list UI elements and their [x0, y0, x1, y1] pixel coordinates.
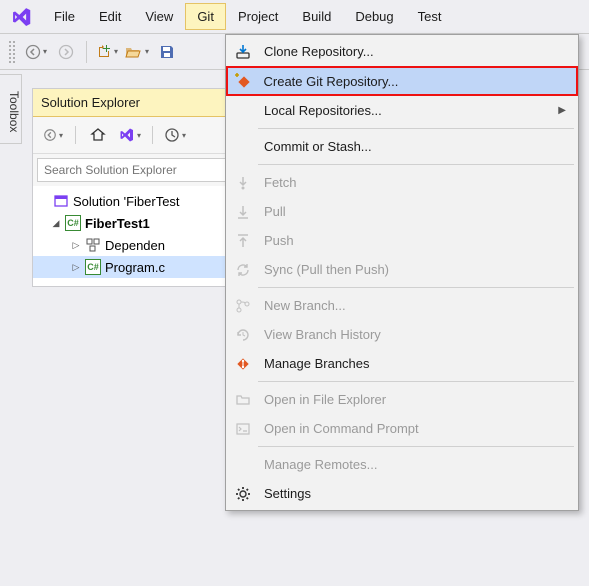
expander-icon[interactable]: ◢	[51, 218, 61, 229]
menu-label: Settings	[264, 486, 566, 501]
git-open-explorer-item: Open in File Explorer	[226, 385, 578, 414]
git-sync-item: Sync (Pull then Push)	[226, 255, 578, 284]
open-file-button[interactable]	[123, 38, 151, 66]
se-back-button[interactable]	[39, 121, 67, 149]
push-icon	[232, 230, 254, 252]
menu-bar: File Edit View Git Project Build Debug T…	[0, 0, 589, 34]
folder-icon	[232, 389, 254, 411]
git-push-item: Push	[226, 226, 578, 255]
fetch-icon	[232, 172, 254, 194]
menu-separator	[258, 164, 574, 165]
tree-project-node[interactable]: ◢ C# FiberTest1	[33, 212, 231, 234]
dependencies-icon	[85, 237, 101, 253]
pull-icon	[232, 201, 254, 223]
menu-separator	[258, 446, 574, 447]
remotes-icon	[232, 454, 254, 476]
menu-build[interactable]: Build	[290, 3, 343, 30]
new-item-button[interactable]	[93, 38, 121, 66]
nav-forward-button[interactable]	[52, 38, 80, 66]
git-create-item[interactable]: Create Git Repository...	[226, 66, 578, 96]
solution-search-input[interactable]	[37, 158, 235, 182]
vs-logo-icon	[10, 5, 34, 29]
sync-icon	[232, 259, 254, 281]
se-views-button[interactable]	[116, 121, 144, 149]
toolbox-tab[interactable]: Toolbox	[0, 74, 22, 144]
commit-icon	[232, 136, 254, 158]
local-repo-icon	[232, 100, 254, 122]
save-button[interactable]	[153, 38, 181, 66]
expander-icon[interactable]: ▷	[71, 240, 81, 251]
terminal-icon	[232, 418, 254, 440]
git-open-cmd-item: Open in Command Prompt	[226, 414, 578, 443]
grip-icon	[8, 40, 16, 64]
clone-icon	[232, 41, 254, 63]
submenu-arrow-icon: ▶	[558, 105, 566, 116]
menu-view[interactable]: View	[133, 3, 185, 30]
menu-git[interactable]: Git	[185, 3, 226, 30]
menu-label: Local Repositories...	[264, 103, 548, 118]
menu-project[interactable]: Project	[226, 3, 290, 30]
solution-icon	[53, 193, 69, 209]
gear-icon	[232, 483, 254, 505]
create-repo-icon	[232, 70, 254, 92]
menu-label: Manage Remotes...	[264, 457, 566, 472]
menu-file[interactable]: File	[42, 3, 87, 30]
git-clone-item[interactable]: Clone Repository...	[226, 37, 578, 66]
csharp-file-icon: C#	[85, 259, 101, 275]
git-local-item[interactable]: Local Repositories... ▶	[226, 96, 578, 125]
tree-solution-node[interactable]: Solution 'FiberTest	[33, 190, 231, 212]
tree-label: Program.c	[105, 260, 165, 275]
menu-debug[interactable]: Debug	[343, 3, 405, 30]
menu-label: New Branch...	[264, 298, 566, 313]
menu-label: Sync (Pull then Push)	[264, 262, 566, 277]
branches-icon	[232, 353, 254, 375]
solution-explorer-panel: Solution Explorer Solution 'FiberTest ◢ …	[32, 88, 232, 287]
solution-explorer-title: Solution Explorer	[33, 89, 231, 117]
menu-label: Open in Command Prompt	[264, 421, 566, 436]
solution-tree: Solution 'FiberTest ◢ C# FiberTest1 ▷ De…	[33, 186, 231, 286]
git-settings-item[interactable]: Settings	[226, 479, 578, 508]
git-commit-item[interactable]: Commit or Stash...	[226, 132, 578, 161]
menu-separator	[258, 287, 574, 288]
menu-label: Pull	[264, 204, 566, 219]
menu-label: View Branch History	[264, 327, 566, 342]
menu-separator	[258, 128, 574, 129]
menu-label: Open in File Explorer	[264, 392, 566, 407]
se-pending-button[interactable]	[161, 121, 189, 149]
git-manage-branches-item[interactable]: Manage Branches	[226, 349, 578, 378]
new-branch-icon	[232, 295, 254, 317]
expander-icon[interactable]: ▷	[71, 262, 81, 273]
nav-back-button[interactable]	[22, 38, 50, 66]
menu-label: Push	[264, 233, 566, 248]
tree-dependencies-node[interactable]: ▷ Dependen	[33, 234, 231, 256]
menu-label: Create Git Repository...	[264, 74, 567, 89]
solution-explorer-toolbar	[33, 117, 231, 154]
git-remotes-item: Manage Remotes...	[226, 450, 578, 479]
menu-label: Commit or Stash...	[264, 139, 566, 154]
git-history-item: View Branch History	[226, 320, 578, 349]
menu-separator	[258, 381, 574, 382]
menu-label: Manage Branches	[264, 356, 566, 371]
git-fetch-item: Fetch	[226, 168, 578, 197]
menu-label: Clone Repository...	[264, 44, 566, 59]
tree-label: FiberTest1	[85, 216, 150, 231]
history-icon	[232, 324, 254, 346]
tree-label: Solution 'FiberTest	[73, 194, 180, 209]
git-new-branch-item: New Branch...	[226, 291, 578, 320]
git-pull-item: Pull	[226, 197, 578, 226]
tree-program-node[interactable]: ▷ C# Program.c	[33, 256, 231, 278]
tree-label: Dependen	[105, 238, 165, 253]
menu-edit[interactable]: Edit	[87, 3, 133, 30]
menu-test[interactable]: Test	[406, 3, 454, 30]
csharp-project-icon: C#	[65, 215, 81, 231]
se-home-button[interactable]	[84, 121, 112, 149]
menu-label: Fetch	[264, 175, 566, 190]
git-dropdown-menu: Clone Repository... Create Git Repositor…	[225, 34, 579, 511]
